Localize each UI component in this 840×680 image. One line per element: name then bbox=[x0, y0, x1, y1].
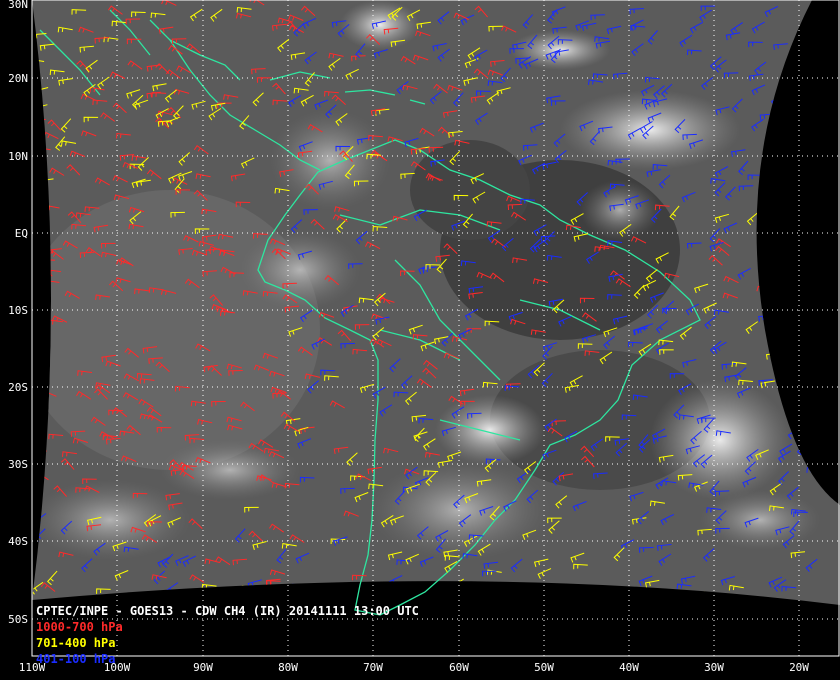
wind-barb bbox=[32, 372, 41, 380]
wind-barb bbox=[32, 351, 46, 359]
wind-barb bbox=[803, 388, 819, 396]
wind-barb bbox=[815, 91, 830, 102]
legend-low-level: 1000-700 hPa bbox=[36, 620, 123, 634]
wind-barb bbox=[812, 303, 828, 309]
latitude-label: 50S bbox=[8, 613, 28, 626]
wind-barb bbox=[792, 57, 806, 70]
wind-barb bbox=[797, 372, 812, 378]
wind-barb bbox=[796, 440, 808, 456]
wind-barb bbox=[690, 591, 705, 599]
map-title: CPTEC/INPE - GOES13 - CDW CH4 (IR) 20141… bbox=[36, 604, 419, 618]
wind-barb bbox=[493, 587, 509, 594]
wind-barb bbox=[623, 590, 638, 601]
wind-barb bbox=[635, 591, 650, 601]
wind-barb bbox=[798, 108, 814, 115]
wind-barb bbox=[793, 53, 809, 60]
wind-barb bbox=[772, 169, 784, 184]
wind-barb bbox=[805, 200, 819, 213]
wind-barb bbox=[32, 190, 41, 202]
wind-barb bbox=[291, 583, 307, 590]
wind-barb bbox=[814, 346, 829, 356]
wind-barb bbox=[806, 160, 818, 176]
legend-mid-level: 701-400 hPa bbox=[36, 636, 116, 650]
wind-barb bbox=[32, 446, 47, 453]
wind-barb bbox=[797, 403, 810, 417]
legend-high-level: 401-100 hPa bbox=[36, 652, 116, 666]
latitude-label: 10S bbox=[8, 304, 28, 317]
longitude-label: 50W bbox=[534, 661, 554, 674]
legend: CPTEC/INPE - GOES13 - CDW CH4 (IR) 20141… bbox=[36, 603, 419, 667]
wind-barb bbox=[783, 224, 797, 236]
wind-barb bbox=[757, 242, 771, 254]
longitude-label: 40W bbox=[619, 661, 639, 674]
wind-barb bbox=[775, 144, 790, 153]
wind-barb bbox=[793, 264, 809, 270]
wind-barb bbox=[690, 591, 702, 605]
wind-barb bbox=[489, 582, 504, 594]
wind-barb bbox=[241, 585, 257, 592]
wind-barb bbox=[781, 116, 796, 128]
latitude-label: 40S bbox=[8, 535, 28, 548]
wind-barb bbox=[38, 265, 53, 277]
wind-barb bbox=[565, 589, 581, 596]
wind-barb bbox=[806, 182, 821, 193]
latitude-label: 20S bbox=[8, 381, 28, 394]
wind-barb bbox=[803, 261, 819, 269]
wind-barb bbox=[802, 310, 816, 324]
longitude-label: 30W bbox=[704, 661, 724, 674]
latitude-label: 20N bbox=[8, 72, 28, 85]
wind-barb bbox=[792, 89, 807, 97]
latitude-label: 30S bbox=[8, 458, 28, 471]
wind-barb bbox=[456, 588, 471, 595]
satellite-wind-map: 30N20N10NEQ10S20S30S40S50S 110W 100W 90W 80… bbox=[8, 0, 840, 674]
wind-barb bbox=[660, 594, 674, 605]
wind-barb bbox=[810, 316, 825, 323]
longitude-label: 60W bbox=[449, 661, 469, 674]
wind-barb bbox=[32, 118, 46, 127]
longitude-label: 20W bbox=[789, 661, 809, 674]
latitude-labels: 30N 20N 10N EQ 10S 20S 30S 40S 50S bbox=[8, 0, 28, 626]
wind-barb bbox=[521, 589, 535, 601]
latitude-label: 10N bbox=[8, 150, 28, 163]
wind-barb bbox=[801, 267, 816, 278]
wind-barb bbox=[800, 406, 815, 417]
wind-barb bbox=[787, 150, 802, 156]
wind-barb bbox=[32, 124, 43, 139]
latitude-label: EQ bbox=[15, 227, 28, 240]
wind-barb bbox=[32, 212, 46, 219]
wind-barb bbox=[34, 339, 50, 350]
wind-barb bbox=[39, 205, 50, 220]
latitude-label: 30N bbox=[8, 0, 28, 11]
